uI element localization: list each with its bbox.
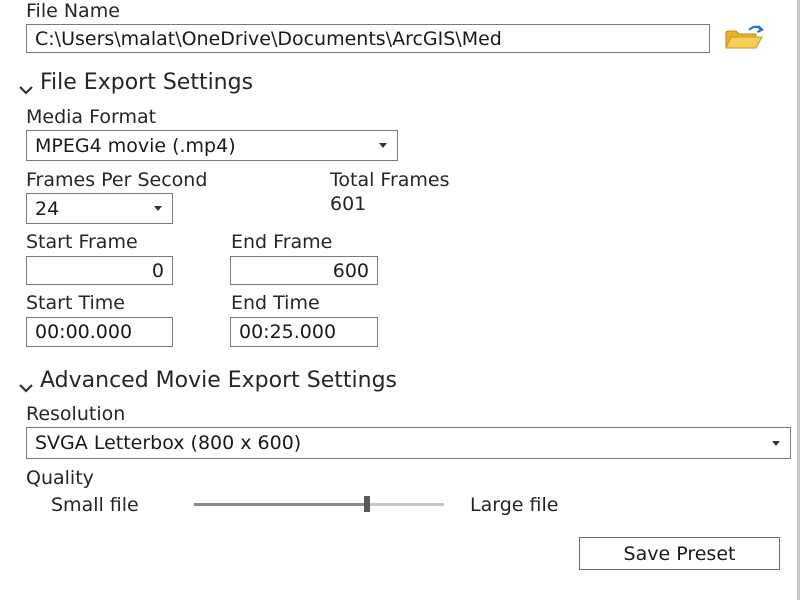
dropdown-caret-icon (154, 206, 162, 211)
dropdown-caret-icon (379, 143, 387, 148)
movie-export-pane: File Name C:\Users\malat\OneDrive\Docume… (0, 0, 800, 600)
fps-dropdown[interactable]: 24 (26, 193, 173, 224)
resolution-dropdown[interactable]: SVGA Letterbox (800 x 600) (26, 427, 791, 459)
file-export-settings-title: File Export Settings (40, 70, 254, 95)
quality-slider-thumb[interactable] (364, 496, 370, 512)
start-time-label: Start Time (26, 292, 125, 314)
chevron-down-icon (18, 77, 34, 95)
resolution-value: SVGA Letterbox (800 x 600) (35, 432, 302, 454)
total-frames-label: Total Frames (330, 169, 450, 191)
dropdown-caret-icon (772, 440, 780, 446)
quality-label: Quality (26, 467, 94, 489)
advanced-settings-header[interactable]: Advanced Movie Export Settings (18, 368, 397, 394)
quality-slider-fill (194, 503, 367, 506)
advanced-settings-title: Advanced Movie Export Settings (40, 368, 398, 393)
fps-value: 24 (35, 197, 60, 220)
end-frame-label: End Frame (231, 231, 333, 253)
media-format-value: MPEG4 movie (.mp4) (35, 134, 236, 157)
file-export-settings-header[interactable]: File Export Settings (18, 70, 253, 96)
total-frames-value: 601 (330, 193, 367, 215)
end-time-input[interactable]: 00:25.000 (230, 317, 378, 347)
save-preset-button[interactable]: Save Preset (579, 537, 780, 570)
file-name-label: File Name (26, 0, 120, 22)
quality-max-label: Large file (470, 494, 559, 516)
open-folder-icon[interactable] (724, 24, 766, 52)
file-name-input[interactable]: C:\Users\malat\OneDrive\Documents\ArcGIS… (26, 24, 710, 53)
start-frame-input[interactable]: 0 (26, 256, 173, 285)
start-time-input[interactable]: 00:00.000 (26, 317, 173, 347)
quality-slider[interactable] (194, 496, 444, 512)
resolution-label: Resolution (26, 403, 126, 425)
chevron-down-icon (18, 375, 34, 393)
fps-label: Frames Per Second (26, 169, 208, 191)
quality-min-label: Small file (51, 494, 139, 516)
end-time-label: End Time (231, 292, 320, 314)
end-frame-input[interactable]: 600 (230, 256, 378, 285)
media-format-label: Media Format (26, 106, 157, 128)
media-format-dropdown[interactable]: MPEG4 movie (.mp4) (26, 130, 398, 161)
start-frame-label: Start Frame (26, 231, 138, 253)
